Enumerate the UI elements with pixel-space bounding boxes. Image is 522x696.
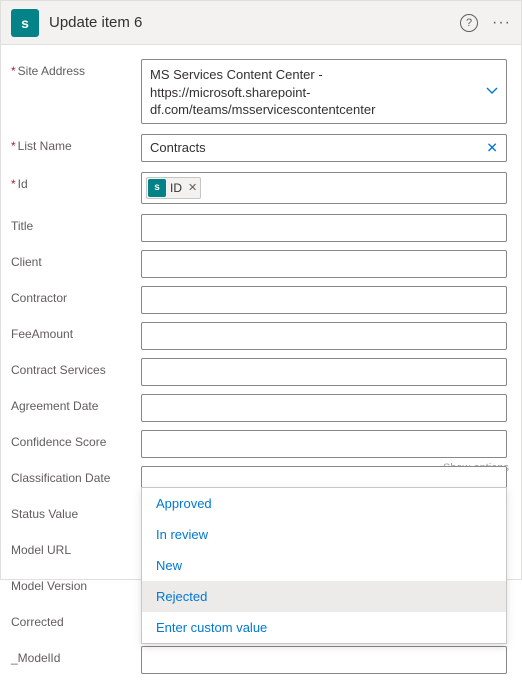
label-classification-date: Classification Date: [9, 466, 141, 485]
label-id: *Id: [9, 172, 141, 191]
site-address-input[interactable]: MS Services Content Center - https://mic…: [141, 59, 507, 124]
dropdown-item-in-review[interactable]: In review: [142, 519, 506, 550]
label-model-url: Model URL: [9, 538, 141, 557]
list-name-input[interactable]: Contracts ✕: [141, 134, 507, 162]
label-model-version: Model Version: [9, 574, 141, 593]
dropdown-item-new[interactable]: New: [142, 550, 506, 581]
label-confidence-score: Confidence Score: [9, 430, 141, 449]
help-icon[interactable]: ?: [460, 14, 478, 32]
fee-amount-input[interactable]: [141, 322, 507, 350]
label-agreement-date: Agreement Date: [9, 394, 141, 413]
label-title: Title: [9, 214, 141, 233]
model-id-input[interactable]: [141, 646, 507, 674]
client-input[interactable]: [141, 250, 507, 278]
id-input[interactable]: s ID ✕: [141, 172, 507, 204]
label-list-name: *List Name: [9, 134, 141, 153]
dropdown-item-custom[interactable]: Enter custom value: [142, 612, 506, 643]
label-status-value: Status Value: [9, 502, 141, 521]
label-contract-services: Contract Services: [9, 358, 141, 377]
id-token[interactable]: s ID ✕: [146, 177, 201, 199]
form-body: *Site Address MS Services Content Center…: [1, 45, 521, 696]
confidence-score-input[interactable]: [141, 430, 507, 458]
status-value-dropdown[interactable]: Approved In review New Rejected Enter cu…: [141, 487, 507, 644]
sharepoint-icon: s: [11, 9, 39, 37]
label-fee-amount: FeeAmount: [9, 322, 141, 341]
label-contractor: Contractor: [9, 286, 141, 305]
sharepoint-icon: s: [148, 179, 166, 197]
dropdown-item-approved[interactable]: Approved: [142, 488, 506, 519]
label-corrected: Corrected: [9, 610, 141, 629]
title-input[interactable]: [141, 214, 507, 242]
card-title: Update item 6: [49, 14, 460, 31]
agreement-date-input[interactable]: [141, 394, 507, 422]
chevron-down-icon[interactable]: [486, 87, 498, 95]
label-client: Client: [9, 250, 141, 269]
token-remove-icon[interactable]: ✕: [188, 181, 197, 194]
label-site-address: *Site Address: [9, 59, 141, 78]
contractor-input[interactable]: [141, 286, 507, 314]
more-actions-button[interactable]: ···: [492, 15, 511, 31]
card-header: s Update item 6 ? ···: [1, 1, 521, 45]
clear-icon[interactable]: ✕: [486, 139, 498, 156]
dropdown-item-rejected[interactable]: Rejected: [142, 581, 506, 612]
token-label: ID: [170, 181, 182, 195]
contract-services-input[interactable]: [141, 358, 507, 386]
label-model-id: _ModelId: [9, 646, 141, 665]
